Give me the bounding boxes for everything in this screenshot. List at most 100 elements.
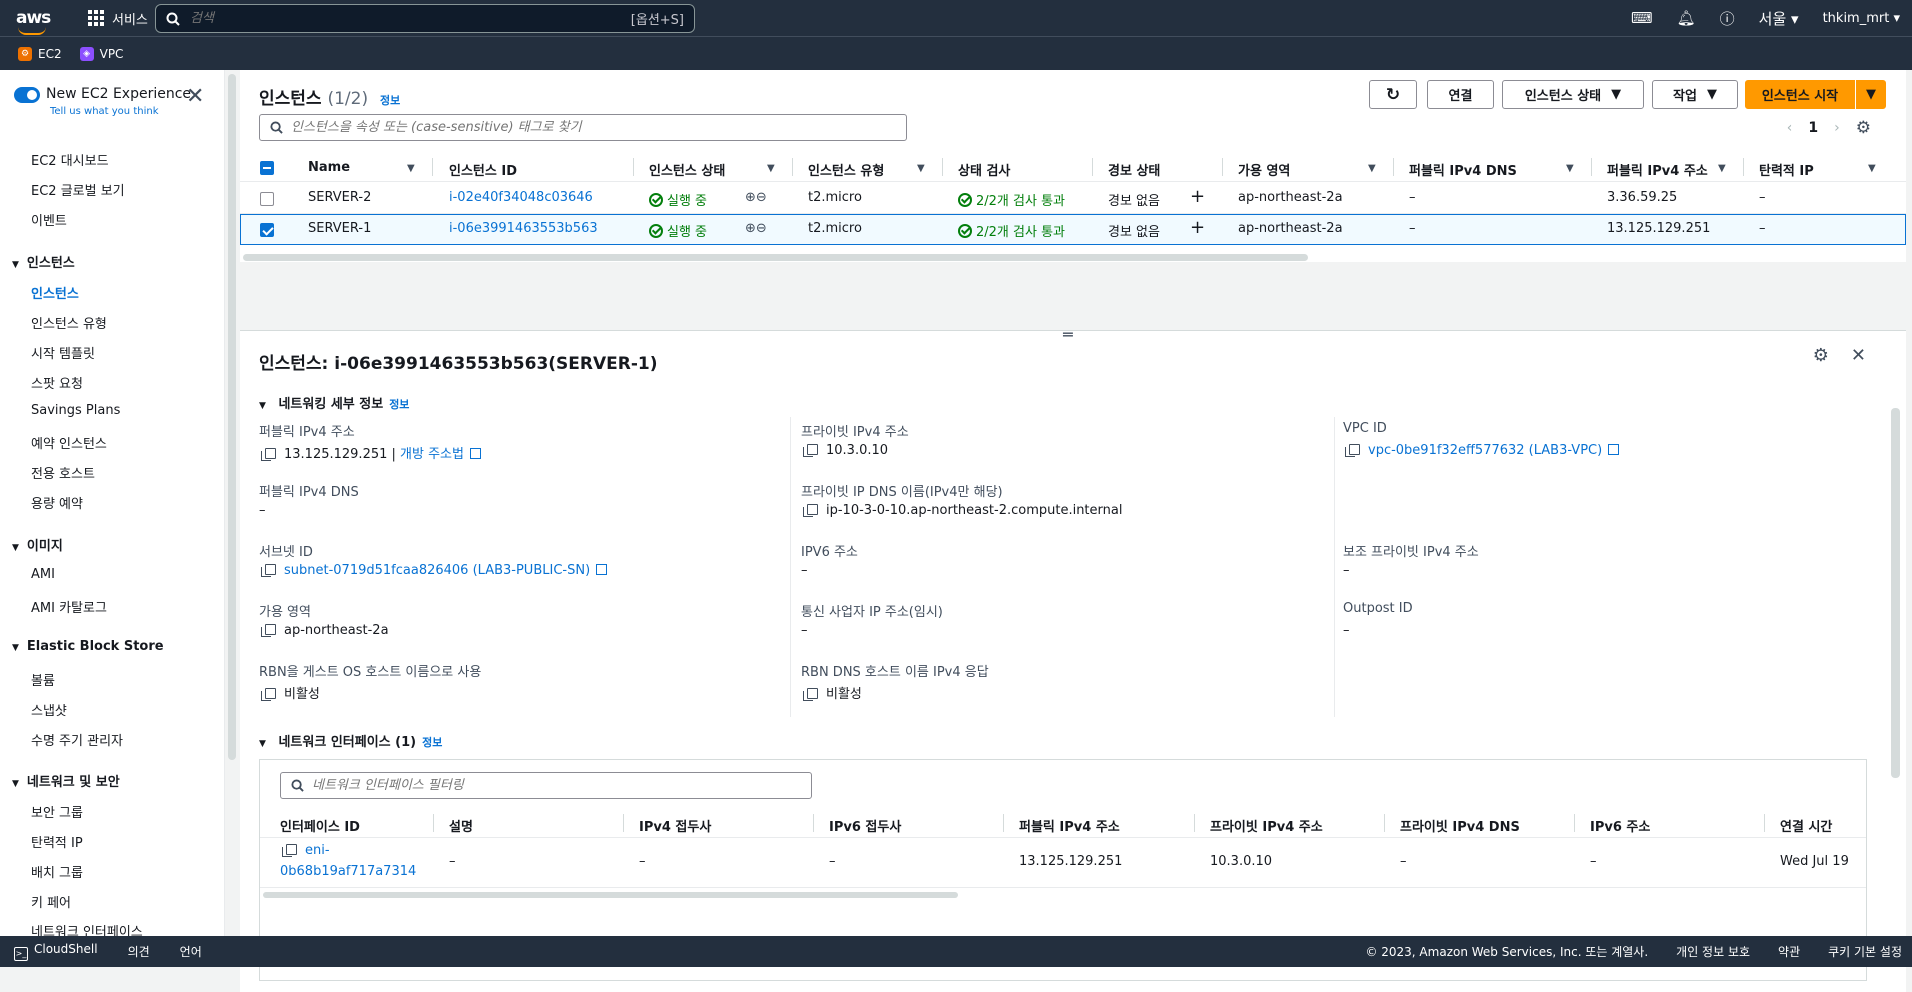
sidebar-item-reserved-instances[interactable]: 예약 인스턴스: [31, 433, 107, 452]
col-attach-time[interactable]: 연결 시간: [1780, 816, 1832, 835]
interface-id-link-part1[interactable]: eni-: [305, 843, 330, 858]
privacy-link[interactable]: 개인 정보 보호: [1676, 943, 1750, 960]
col-alarm-status[interactable]: 경보 상태: [1108, 160, 1160, 179]
open-address-link[interactable]: 개방 주소법: [400, 447, 464, 462]
settings-icon[interactable]: ⚙: [1856, 118, 1871, 138]
sort-caret-icon[interactable]: ▼: [917, 163, 925, 174]
sidebar-scrollbar[interactable]: [228, 74, 236, 760]
vpc-link[interactable]: vpc-0be91f32eff577632 (LAB3-VPC): [1368, 443, 1602, 458]
sidebar-item-instance-types[interactable]: 인스턴스 유형: [31, 313, 107, 332]
instance-id-link[interactable]: i-06e3991463553b563: [449, 221, 598, 236]
actions-button[interactable]: 작업 ▼: [1652, 80, 1738, 109]
sidebar-item-launch-templates[interactable]: 시작 템플릿: [31, 343, 95, 362]
sidebar-item-ami[interactable]: AMI: [31, 567, 55, 582]
sort-caret-icon[interactable]: ▼: [1718, 163, 1726, 174]
col-instance-type[interactable]: 인스턴스 유형: [808, 160, 884, 179]
col-description[interactable]: 설명: [449, 816, 473, 835]
sidebar-section-ebs[interactable]: Elastic Block Store: [12, 639, 164, 654]
row-checkbox[interactable]: [260, 223, 274, 237]
favorite-vpc[interactable]: ◈ VPC: [79, 46, 123, 61]
interface-id-link-part2[interactable]: 0b68b19af717a7314: [280, 864, 416, 879]
sidebar-item-events[interactable]: 이벤트: [31, 210, 67, 229]
col-instance-id[interactable]: 인스턴스 ID: [449, 160, 517, 179]
settings-icon[interactable]: ⚙: [1813, 345, 1829, 366]
col-private-dns[interactable]: 프라이빗 IPv4 DNS: [1400, 816, 1520, 835]
launch-instance-button[interactable]: 인스턴스 시작: [1745, 80, 1855, 109]
sidebar-section-instances[interactable]: 인스턴스: [12, 252, 75, 271]
info-link[interactable]: 정보: [389, 398, 409, 411]
col-public-dns[interactable]: 퍼블릭 IPv4 DNS: [1409, 160, 1517, 179]
instance-state-button[interactable]: 인스턴스 상태 ▼: [1502, 80, 1644, 109]
col-private-ip[interactable]: 프라이빗 IPv4 주소: [1210, 816, 1323, 835]
copy-icon[interactable]: [261, 688, 276, 701]
cloudshell-button[interactable]: >_ CloudShell: [14, 942, 98, 961]
close-icon[interactable]: ✕: [1851, 345, 1866, 366]
col-availability-zone[interactable]: 가용 영역: [1238, 160, 1290, 179]
sidebar-item-instances[interactable]: 인스턴스: [31, 283, 79, 302]
bell-icon[interactable]: 🔔︎: [1677, 9, 1696, 27]
col-ipv6-prefix[interactable]: IPv6 접두사: [829, 816, 901, 835]
eni-filter[interactable]: [280, 772, 812, 799]
sidebar-section-network[interactable]: 네트워크 및 보안: [12, 771, 120, 790]
networking-section-header[interactable]: 네트워킹 세부 정보 정보: [259, 393, 409, 412]
col-name[interactable]: Name: [308, 160, 350, 175]
filter-input[interactable]: [291, 120, 906, 135]
table-row[interactable]: eni- 0b68b19af717a7314 – – – 13.125.129.…: [260, 838, 1866, 888]
close-icon[interactable]: ✕: [186, 84, 204, 109]
sidebar-item-capacity-reservations[interactable]: 용량 예약: [31, 493, 83, 512]
next-page-icon[interactable]: ›: [1834, 120, 1840, 136]
copy-icon[interactable]: [261, 448, 276, 461]
sidebar-item-spot-requests[interactable]: 스팟 요청: [31, 373, 83, 392]
copy-icon[interactable]: [803, 688, 818, 701]
aws-logo[interactable]: aws: [16, 10, 52, 35]
copy-icon[interactable]: [261, 564, 276, 577]
sidebar-item-key-pairs[interactable]: 키 페어: [31, 892, 71, 911]
copy-icon[interactable]: [1345, 444, 1360, 457]
launch-dropdown-button[interactable]: ▼: [1856, 80, 1886, 109]
global-search[interactable]: [옵션+S]: [155, 4, 695, 33]
feedback-link[interactable]: Tell us what you think: [50, 106, 159, 117]
favorite-ec2[interactable]: ⚙ EC2: [18, 46, 62, 61]
table-row[interactable]: SERVER-2 i-02e40f34048c03646 실행 중 ⊕⊖ t2.…: [240, 183, 1906, 214]
sort-caret-icon[interactable]: ▼: [767, 163, 775, 174]
col-ipv6-address[interactable]: IPv6 주소: [1590, 816, 1650, 835]
eni-filter-input[interactable]: [312, 778, 811, 793]
sidebar-item-snapshots[interactable]: 스냅샷: [31, 700, 67, 719]
feedback-link[interactable]: 의견: [128, 943, 150, 960]
language-link[interactable]: 언어: [180, 943, 202, 960]
account-menu[interactable]: thkim_mrt ▾: [1823, 11, 1900, 26]
sidebar-item-volumes[interactable]: 볼륨: [31, 670, 55, 689]
subnet-link[interactable]: subnet-0719d51fcaa826406 (LAB3-PUBLIC-SN…: [284, 563, 590, 578]
col-public-ip[interactable]: 퍼블릭 IPv4 주소: [1607, 160, 1708, 179]
terms-link[interactable]: 약관: [1778, 943, 1800, 960]
copy-icon[interactable]: [261, 624, 276, 637]
col-instance-state[interactable]: 인스턴스 상태: [649, 160, 725, 179]
plus-icon[interactable]: +: [1190, 217, 1205, 238]
copy-icon[interactable]: [803, 444, 818, 457]
region-selector[interactable]: 서울 ▾: [1759, 8, 1799, 29]
row-checkbox[interactable]: [260, 192, 274, 206]
sidebar-item-elastic-ip[interactable]: 탄력적 IP: [31, 832, 83, 851]
services-menu[interactable]: 서비스: [88, 9, 148, 28]
instance-filter[interactable]: [259, 114, 907, 141]
prev-page-icon[interactable]: ‹: [1787, 120, 1793, 136]
sort-caret-icon[interactable]: ▼: [407, 163, 415, 174]
eni-section-header[interactable]: 네트워크 인터페이스 (1) 정보: [259, 731, 442, 750]
plus-icon[interactable]: +: [1190, 186, 1205, 207]
sidebar-item-lifecycle-manager[interactable]: 수명 주기 관리자: [31, 730, 123, 749]
search-input[interactable]: [190, 11, 631, 26]
sort-caret-icon[interactable]: ▼: [1566, 163, 1574, 174]
sidebar-item-savings-plans[interactable]: Savings Plans: [31, 403, 120, 418]
detail-vertical-scrollbar[interactable]: [1891, 408, 1900, 778]
info-link[interactable]: 정보: [422, 736, 442, 749]
table-horizontal-scrollbar[interactable]: [243, 254, 1308, 261]
col-public-ip[interactable]: 퍼블릭 IPv4 주소: [1019, 816, 1120, 835]
instance-id-link[interactable]: i-02e40f34048c03646: [449, 190, 593, 205]
sidebar-item-global-view[interactable]: EC2 글로벌 보기: [31, 180, 125, 199]
info-link[interactable]: 정보: [380, 94, 400, 107]
col-status-check[interactable]: 상태 검사: [958, 160, 1010, 179]
status-check[interactable]: 2/2개 검사 통과: [958, 221, 1065, 240]
select-all-checkbox[interactable]: [260, 161, 274, 175]
sidebar-item-security-groups[interactable]: 보안 그룹: [31, 802, 83, 821]
sidebar-item-network-interfaces[interactable]: 네트워크 인터페이스: [31, 921, 143, 936]
